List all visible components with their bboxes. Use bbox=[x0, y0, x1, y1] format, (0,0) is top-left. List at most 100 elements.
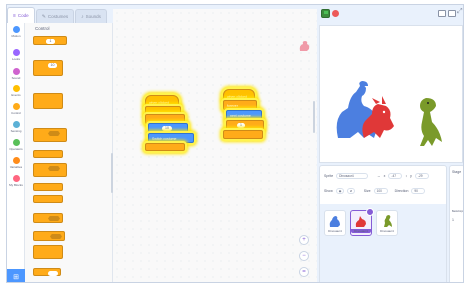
motion-category-icon bbox=[12, 26, 20, 33]
repeat-value[interactable]: 10 bbox=[48, 63, 57, 68]
sprite-info-row-1: Sprite Dinosaur4 ↔ x -47 ↕ y -29 bbox=[324, 173, 429, 179]
sprite-tile-red-selected[interactable]: Dinosaur4 bbox=[350, 208, 374, 236]
category-variables[interactable]: Variables bbox=[7, 157, 25, 169]
category-operators[interactable]: Operators bbox=[7, 139, 25, 151]
zoom-in-button[interactable]: + bbox=[299, 235, 309, 245]
green-dinosaur-sprite bbox=[420, 98, 442, 146]
forever-block[interactable] bbox=[33, 93, 63, 109]
variables-category-icon bbox=[12, 157, 20, 164]
block-palette: Control 1 10 bbox=[25, 23, 113, 282]
repeat-block[interactable]: 10 bbox=[33, 60, 63, 76]
backdrops-label: Backdrops bbox=[452, 210, 464, 213]
category-control[interactable]: Control bbox=[7, 103, 25, 115]
extension-icon: ⊞ bbox=[13, 274, 19, 281]
blue-dinosaur-thumbnail bbox=[329, 216, 340, 227]
direction-label: Direction bbox=[394, 189, 409, 193]
eye-icon: ◉ bbox=[338, 189, 342, 193]
eye-closed-icon: ⊘ bbox=[349, 189, 353, 193]
stop-block[interactable] bbox=[33, 268, 61, 276]
backdrops-count: 1 bbox=[452, 218, 454, 222]
forever-end-cap bbox=[223, 130, 263, 139]
category-sensing[interactable]: Sensing bbox=[7, 121, 25, 133]
green-flag-button[interactable] bbox=[321, 9, 330, 18]
y-arrow-icon: ↕ bbox=[405, 174, 408, 178]
category-my-blocks[interactable]: My Blocks bbox=[7, 175, 25, 187]
loop-end-cap bbox=[145, 143, 185, 151]
size-label: Size bbox=[363, 189, 371, 193]
stage-sprites bbox=[336, 81, 442, 146]
sprite-tile-blue[interactable]: Dinosaur4 bbox=[324, 210, 346, 236]
category-motion[interactable]: Motion bbox=[7, 26, 25, 38]
tab-costumes[interactable]: ✎ Costumes bbox=[35, 9, 75, 23]
speaker-icon: ♪ bbox=[81, 13, 84, 20]
stage-header: ⤢ bbox=[317, 5, 463, 23]
fullscreen-icon: ⤢ bbox=[457, 8, 463, 15]
small-stage-button[interactable] bbox=[438, 10, 446, 17]
direction-field[interactable]: 90 bbox=[411, 188, 426, 194]
control-category-icon bbox=[12, 103, 20, 110]
red-dinosaur-thumbnail bbox=[355, 216, 366, 227]
wait-seconds-block[interactable]: 1 bbox=[226, 120, 264, 130]
zoom-reset-button[interactable]: = bbox=[299, 267, 309, 277]
stage-canvas[interactable] bbox=[319, 25, 463, 163]
zoom-in-icon: + bbox=[302, 237, 306, 243]
else-inner-block[interactable] bbox=[33, 195, 63, 203]
repeat-until-inner[interactable] bbox=[33, 245, 63, 259]
show-visible-toggle[interactable]: ◉ bbox=[335, 188, 344, 194]
x-arrow-icon: ↔ bbox=[377, 174, 381, 178]
sprite-info-panel: Sprite Dinosaur4 ↔ x -47 ↕ y -29 Show ◉ … bbox=[319, 165, 447, 282]
sprite-tile-green[interactable]: Dinosaur4 bbox=[376, 210, 398, 236]
y-field[interactable]: -29 bbox=[414, 173, 429, 179]
sprite-name-field[interactable]: Dinosaur4 bbox=[336, 173, 369, 179]
switch-costume-block[interactable]: Switch costume bbox=[148, 133, 194, 143]
sound-category-icon bbox=[12, 68, 20, 75]
stage-selector-panel[interactable]: Stage Backdrops 1 bbox=[449, 165, 464, 282]
zoom-out-icon: − bbox=[302, 253, 306, 259]
stop-button[interactable] bbox=[332, 10, 339, 17]
tab-sounds-label: Sounds bbox=[85, 14, 101, 19]
category-sound[interactable]: Sound bbox=[7, 68, 25, 80]
show-label: Show bbox=[324, 189, 333, 193]
if-then-inner[interactable] bbox=[33, 150, 63, 158]
tab-code-label: Code bbox=[17, 13, 29, 18]
delete-sprite-icon[interactable] bbox=[366, 208, 374, 216]
else-block[interactable] bbox=[33, 183, 63, 191]
forever-block[interactable]: forever bbox=[223, 100, 257, 110]
editor-tabs: ≡ Code ✎ Costumes ♪ Sounds bbox=[7, 5, 107, 23]
code-icon: ≡ bbox=[13, 12, 16, 19]
add-extension-button[interactable]: ⊞ bbox=[7, 269, 25, 282]
events-category-icon bbox=[12, 85, 20, 92]
fullscreen-button[interactable]: ⤢ bbox=[457, 8, 463, 16]
next-costume-block[interactable]: next costume bbox=[226, 110, 262, 120]
sprite-label: Sprite bbox=[324, 174, 334, 178]
category-events[interactable]: Events bbox=[7, 85, 25, 97]
tab-costumes-label: Costumes bbox=[47, 14, 69, 19]
say-block[interactable]: 10 bbox=[148, 123, 188, 133]
x-label: x bbox=[383, 174, 386, 178]
wait-block[interactable]: 1 bbox=[33, 36, 67, 45]
category-looks[interactable]: Looks bbox=[7, 49, 25, 61]
sprite-info-row-2: Show ◉ ⊘ Size 100 Direction 90 bbox=[324, 188, 426, 194]
repeat-until-block[interactable] bbox=[33, 231, 65, 241]
size-field[interactable]: 100 bbox=[373, 188, 388, 194]
wait-until-block[interactable] bbox=[33, 213, 63, 223]
tab-code[interactable]: ≡ Code bbox=[7, 7, 35, 23]
if-then-block[interactable] bbox=[33, 128, 67, 142]
operators-category-icon bbox=[12, 139, 20, 146]
scratch-editor: ≡ Code ✎ Costumes ♪ Sounds Motion Looks … bbox=[6, 4, 464, 283]
stage-panel-label: Stage bbox=[452, 170, 462, 174]
wait-value[interactable]: 1 bbox=[46, 39, 55, 44]
y-label: y bbox=[410, 174, 412, 178]
x-field[interactable]: -47 bbox=[388, 173, 403, 179]
sensing-category-icon bbox=[12, 121, 20, 128]
if-else-block[interactable] bbox=[33, 163, 67, 177]
large-stage-button[interactable] bbox=[448, 10, 456, 17]
zoom-out-button[interactable]: − bbox=[299, 251, 309, 261]
tab-sounds[interactable]: ♪ Sounds bbox=[75, 9, 107, 23]
my-blocks-category-icon bbox=[12, 175, 20, 182]
show-hidden-toggle[interactable]: ⊘ bbox=[346, 188, 355, 194]
code-area[interactable]: when clicked 10 Switch costume when clic… bbox=[113, 9, 317, 282]
sprite-list: Dinosaur4 Dinosaur4 Dinosaur4 bbox=[320, 204, 446, 282]
code-area-scrollbar[interactable] bbox=[313, 101, 315, 133]
current-sprite-thumbnail bbox=[297, 39, 311, 53]
